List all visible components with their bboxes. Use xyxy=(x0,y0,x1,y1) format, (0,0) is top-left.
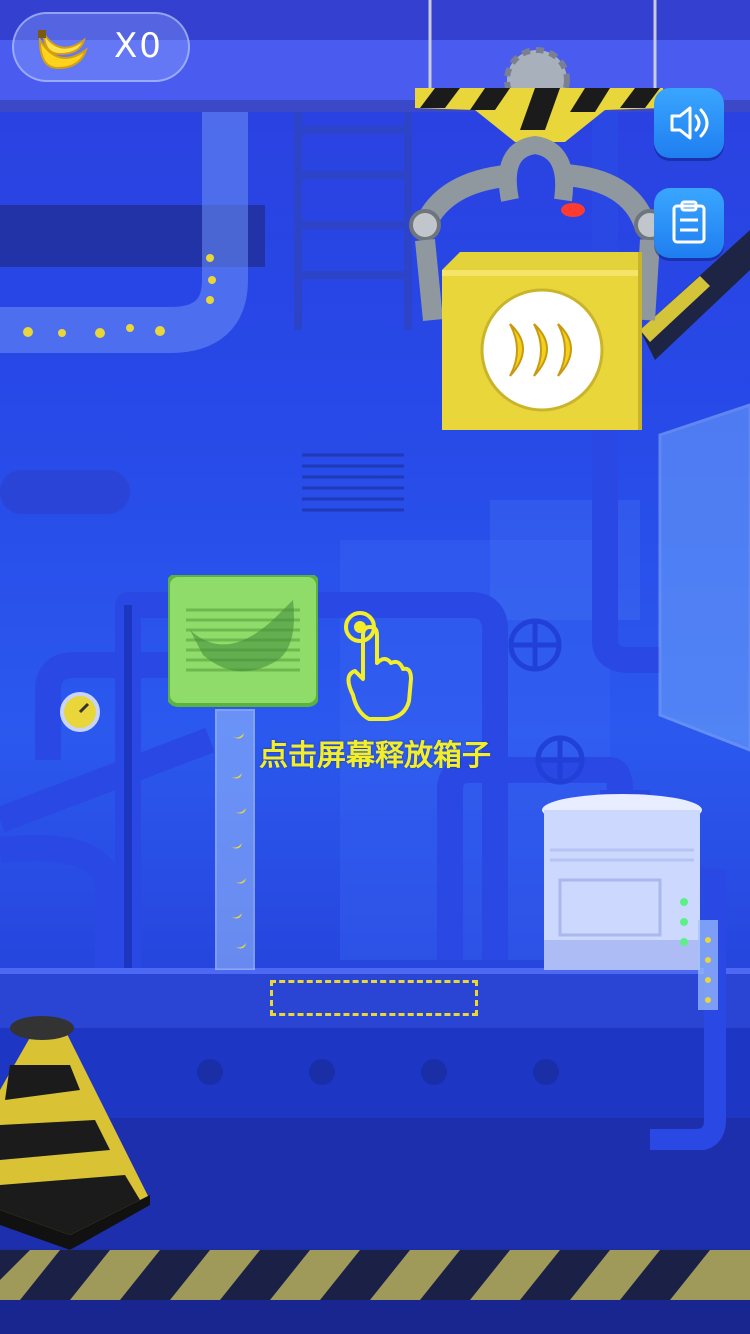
banana-machine xyxy=(166,573,320,974)
game-scene[interactable]: X0 点击屏幕释放箱子 xyxy=(0,0,750,1334)
notes-button[interactable] xyxy=(654,188,724,258)
tap-hand-icon xyxy=(335,605,415,729)
speaker-icon xyxy=(670,106,709,140)
traffic-cone xyxy=(0,1010,155,1254)
pressure-gauge-icon xyxy=(60,692,100,732)
banana-crate[interactable] xyxy=(442,252,644,434)
instruction-text: 点击屏幕释放箱子 xyxy=(258,738,491,772)
sound-button[interactable] xyxy=(654,88,724,158)
banana-count: X0 xyxy=(114,26,163,66)
banana-bunch-icon xyxy=(38,30,88,70)
storage-tank xyxy=(540,790,730,1154)
drop-target-zone xyxy=(270,980,478,1016)
clipboard-icon xyxy=(672,200,706,244)
banana-counter: X0 xyxy=(12,12,190,82)
